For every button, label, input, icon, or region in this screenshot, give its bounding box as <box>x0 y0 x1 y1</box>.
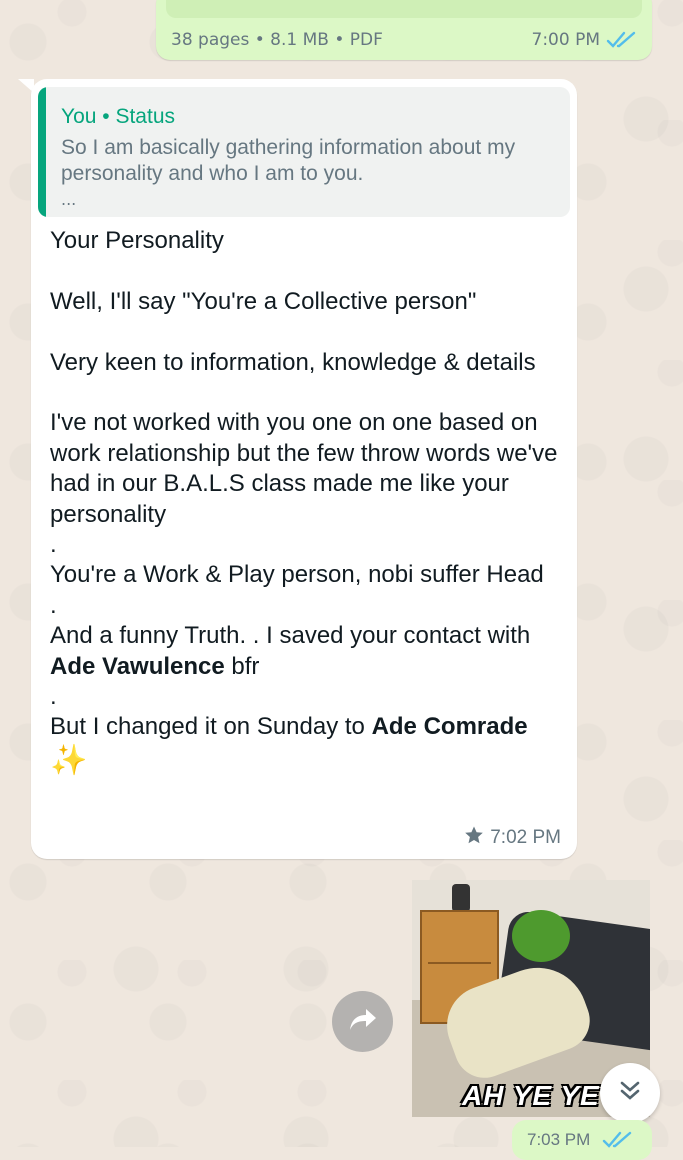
message-time: 7:03 PM <box>527 1130 591 1149</box>
message-time: 7:00 PM <box>531 30 601 50</box>
forward-arrow-icon <box>348 1007 378 1037</box>
message-line: . <box>50 531 57 559</box>
sticker-lamp <box>452 884 470 912</box>
sticker-caption: AH YE YE <box>462 1080 600 1111</box>
message-text-segment: bfr <box>224 652 260 680</box>
message-line: Your Personality <box>50 227 224 254</box>
message-line: . <box>50 591 57 619</box>
double-check-read-icon <box>606 30 638 50</box>
forward-button[interactable] <box>332 991 393 1052</box>
message-text-segment: And a funny Truth. . I saved your contac… <box>50 622 531 650</box>
quote-text: So I am basically gathering information … <box>61 136 516 185</box>
message-line: Very keen to information, knowledge & de… <box>50 348 536 376</box>
message-blank-line <box>50 378 560 408</box>
message-text: Your Personality Well, I'll say "You're … <box>50 226 560 779</box>
document-meta: 38 pages • 8.1 MB • PDF <box>171 30 383 50</box>
sparkles-emoji: ✨ <box>50 743 88 777</box>
message-line: But I changed it on Sunday to Ade Comrad… <box>50 712 560 742</box>
pepe-face-icon <box>512 910 570 962</box>
quoted-status-reply[interactable]: You • Status So I am basically gathering… <box>38 87 570 217</box>
double-chevron-down-icon <box>616 1077 644 1109</box>
document-message-bubble[interactable]: 38 pages • 8.1 MB • PDF 7:00 PM <box>156 0 652 60</box>
incoming-message-bubble[interactable]: You • Status So I am basically gathering… <box>31 79 577 859</box>
message-meta: 7:02 PM <box>464 825 561 851</box>
document-preview[interactable] <box>166 0 642 18</box>
message-line: And a funny Truth. . I saved your contac… <box>50 621 560 682</box>
quote-author: You • Status <box>61 105 175 128</box>
message-text-segment: But I changed it on Sunday to <box>50 713 372 741</box>
message-line: Well, I'll say "You're a Collective pers… <box>50 287 477 315</box>
message-time: 7:02 PM <box>490 827 561 848</box>
message-blank-line <box>50 317 560 347</box>
message-line: You're a Work & Play person, nobi suffer… <box>50 561 544 589</box>
outgoing-message-bubble[interactable]: 7:03 PM <box>512 1120 652 1160</box>
contact-name-new: Ade Comrade <box>371 713 528 741</box>
quote-accent-bar <box>38 87 46 217</box>
double-check-read-icon <box>602 1130 634 1155</box>
scroll-to-bottom-button[interactable] <box>600 1063 660 1123</box>
quote-ellipsis: ... <box>61 190 77 209</box>
message-line: . <box>50 683 57 711</box>
star-icon <box>464 825 484 851</box>
message-blank-line <box>50 256 560 286</box>
contact-name-old: Ade Vawulence <box>50 652 225 680</box>
message-line: I've not worked with you one on one base… <box>50 409 558 528</box>
